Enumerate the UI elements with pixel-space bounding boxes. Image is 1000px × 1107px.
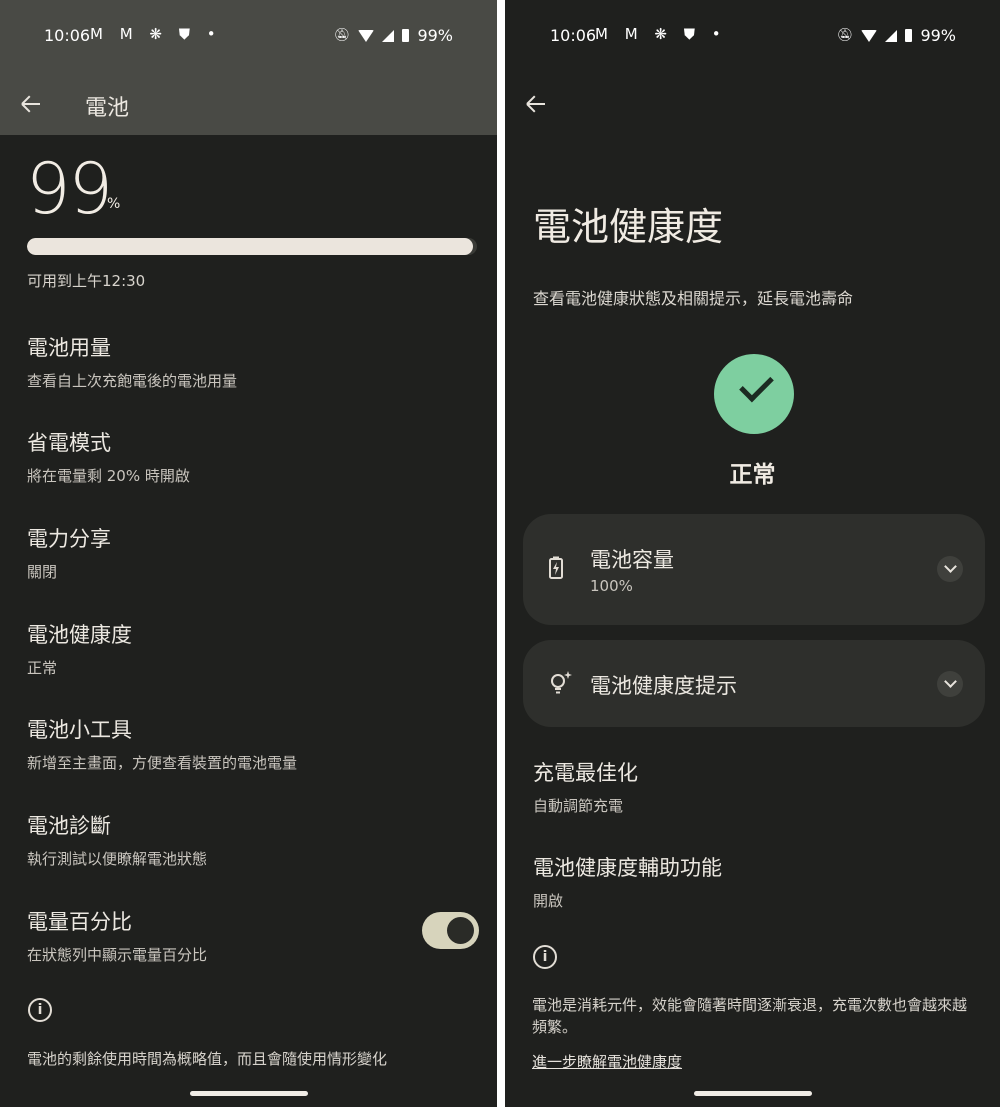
home-indicator[interactable] xyxy=(694,1091,812,1096)
battery-capacity-card[interactable]: 電池容量 100% xyxy=(523,514,985,625)
list-item-power-share[interactable]: 電力分享 關閉 xyxy=(27,523,111,582)
battery-icon xyxy=(905,29,913,42)
list-item-title: 電池用量 xyxy=(27,336,111,360)
list-item-battery-diagnostics[interactable]: 電池診斷 執行測試以便瞭解電池狀態 xyxy=(27,810,207,869)
status-right: 🔕︎ 99% xyxy=(837,26,956,45)
card-title: 電池健康度提示 xyxy=(590,674,737,698)
list-item-title: 充電最佳化 xyxy=(533,761,638,785)
battery-health-screen: 10:06 M M ❋ ⛊ • 🔕︎ 99% 電池健康度 查看電池健康狀態及相關… xyxy=(505,0,1000,1107)
battery-settings-screen: 10:06 M M ❋ ⛊ • 🔕︎ 99% 電池 99 % 可用到上午12:3… xyxy=(0,0,497,1107)
page-title: 電池 xyxy=(85,96,130,121)
notification-icons: M M ❋ ⛊ • xyxy=(595,25,727,43)
list-item-subtitle: 開啟 xyxy=(533,892,564,910)
status-bar: 10:06 M M ❋ ⛊ • 🔕︎ 99% xyxy=(505,0,1000,72)
chevron-down-icon xyxy=(944,560,957,573)
list-item-subtitle: 執行測試以便瞭解電池狀態 xyxy=(27,850,208,868)
list-item-subtitle: 新增至主畫面，方便查看裝置的電池電量 xyxy=(27,754,298,772)
list-item-title: 省電模式 xyxy=(27,431,111,455)
list-item-title: 電量百分比 xyxy=(27,910,132,934)
list-item-subtitle: 自動調節充電 xyxy=(533,797,624,815)
list-item-title: 電池小工具 xyxy=(27,718,132,742)
list-item-title: 電池健康度輔助功能 xyxy=(533,856,722,880)
cellular-icon xyxy=(885,29,898,42)
status-ok-badge xyxy=(714,354,794,434)
battery-level-unit: % xyxy=(107,196,121,212)
list-item-subtitle: 關閉 xyxy=(27,563,58,581)
list-item-subtitle: 查看自上次充飽電後的電池用量 xyxy=(27,372,238,390)
wifi-icon xyxy=(358,29,375,42)
mute-icon: 🔕︎ xyxy=(836,28,854,43)
back-arrow-icon[interactable] xyxy=(18,89,48,119)
list-item-battery-health-assistance[interactable]: 電池健康度輔助功能 開啟 xyxy=(533,852,722,911)
status-battery-text: 99% xyxy=(417,26,453,45)
battery-charging-icon xyxy=(548,556,564,585)
battery-available-time: 可用到上午12:30 xyxy=(27,272,146,290)
toggle-knob xyxy=(447,917,474,944)
page-title: 電池健康度 xyxy=(533,205,724,249)
status-time: 10:06 xyxy=(550,26,597,45)
lightbulb-sparkle-icon xyxy=(548,670,574,701)
status-right: 🔕︎ 99% xyxy=(334,26,453,45)
list-item-battery-saver[interactable]: 省電模式 將在電量剩 20% 時開啟 xyxy=(27,427,190,486)
status-bar: 10:06 M M ❋ ⛊ • 🔕︎ 99% xyxy=(0,0,497,72)
battery-progress-fill xyxy=(27,238,473,255)
card-subtitle: 100% xyxy=(590,577,633,595)
wifi-icon xyxy=(861,29,878,42)
list-item-subtitle: 在狀態列中顯示電量百分比 xyxy=(27,946,208,964)
back-arrow-icon[interactable] xyxy=(523,89,553,119)
status-battery-text: 99% xyxy=(920,26,956,45)
footer-note: 電池是消耗元件，效能會隨著時間逐漸衰退，充電次數也會越來越頻繁。 xyxy=(532,996,968,1036)
list-item-battery-health[interactable]: 電池健康度 正常 xyxy=(27,619,132,678)
list-item-adaptive-charging[interactable]: 充電最佳化 自動調節充電 xyxy=(533,757,638,816)
list-item-title: 電池健康度 xyxy=(27,623,132,647)
list-item-title: 電力分享 xyxy=(27,527,111,551)
list-item-title: 電池診斷 xyxy=(27,814,111,838)
status-label: 正常 xyxy=(729,462,776,488)
battery-health-tips-card[interactable]: 電池健康度提示 xyxy=(523,640,985,727)
check-icon xyxy=(739,367,774,403)
status-time: 10:06 xyxy=(44,26,91,45)
info-icon: i xyxy=(533,945,557,969)
battery-percentage-toggle[interactable] xyxy=(422,912,479,949)
list-item-battery-widget[interactable]: 電池小工具 新增至主畫面，方便查看裝置的電池電量 xyxy=(27,714,297,773)
cellular-icon xyxy=(382,29,395,42)
page-subtitle: 查看電池健康狀態及相關提示，延長電池壽命 xyxy=(533,289,854,308)
battery-progress-bar xyxy=(27,238,477,255)
info-icon: i xyxy=(28,998,52,1022)
footer-note: 電池的剩餘使用時間為概略值，而且會隨使用情形變化 xyxy=(27,1050,388,1068)
expand-button[interactable] xyxy=(937,556,963,582)
home-indicator[interactable] xyxy=(190,1091,308,1096)
list-item-battery-percentage[interactable]: 電量百分比 在狀態列中顯示電量百分比 xyxy=(27,906,207,965)
battery-level-number: 99 xyxy=(26,148,113,230)
mute-icon: 🔕︎ xyxy=(333,28,351,43)
card-title: 電池容量 xyxy=(590,548,674,572)
list-item-subtitle: 將在電量剩 20% 時開啟 xyxy=(27,467,190,485)
chevron-down-icon xyxy=(944,675,957,688)
notification-icons: M M ❋ ⛊ • xyxy=(90,25,222,43)
list-item-subtitle: 正常 xyxy=(27,659,58,677)
expand-button[interactable] xyxy=(937,671,963,697)
list-item-battery-usage[interactable]: 電池用量 查看自上次充飽電後的電池用量 xyxy=(27,332,237,391)
battery-icon xyxy=(402,29,410,42)
learn-more-link[interactable]: 進一步瞭解電池健康度 xyxy=(532,1051,682,1072)
